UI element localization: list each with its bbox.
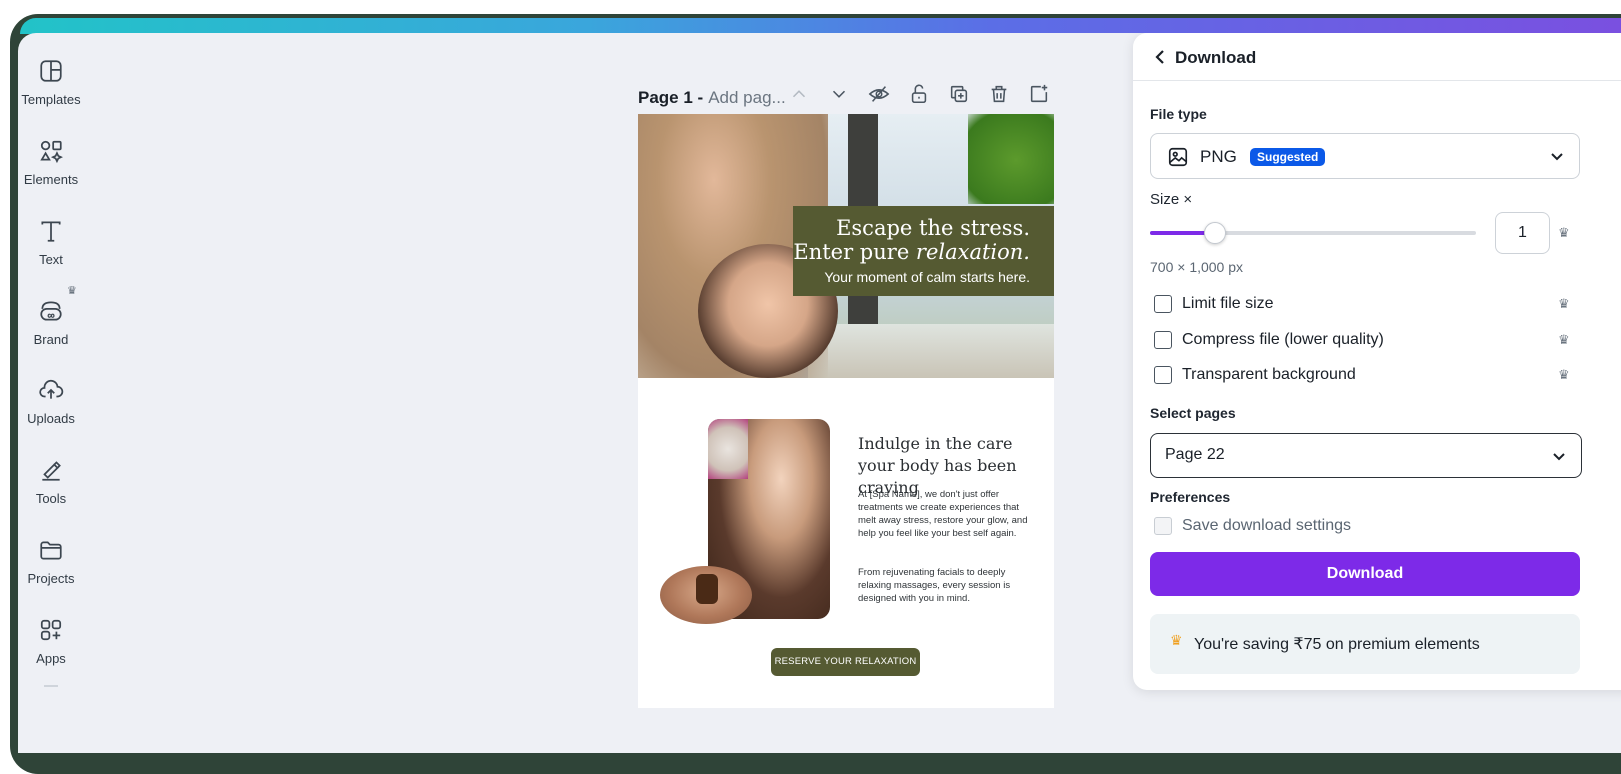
banner-headline-2-plain: Enter pure (793, 240, 916, 264)
download-button[interactable]: Download (1150, 552, 1580, 596)
limit-file-size-label: Limit file size (1182, 295, 1274, 312)
sidebar-item-brand[interactable]: co Brand (18, 298, 84, 347)
sidebar-item-templates[interactable]: Templates (18, 58, 84, 107)
sidebar-item-uploads[interactable]: Uploads (18, 377, 84, 426)
select-pages-label: Select pages (1150, 405, 1236, 421)
intro-paragraph-2[interactable]: From rejuvenating facials to deeply rela… (858, 566, 1038, 605)
back-chevron-icon[interactable] (1153, 49, 1167, 65)
page-header[interactable]: Page 1 - Add pag... (638, 85, 786, 111)
templates-icon (38, 58, 64, 84)
sidebar-divider (44, 685, 58, 687)
page-title-input[interactable]: Add pag... (708, 88, 786, 108)
output-dimensions: 700 × 1,000 px (1150, 259, 1244, 275)
size-label: Size × (1150, 191, 1193, 208)
intro-paragraph-1[interactable]: At [Spa Name], we don't just offer treat… (858, 488, 1038, 540)
sidebar-item-label: Tools (35, 491, 67, 506)
apps-icon (38, 617, 64, 643)
premium-crown-icon: ♛ (1558, 296, 1570, 311)
banner-headline-1: Escape the stress. (836, 216, 1030, 240)
brand-icon: co (38, 298, 64, 324)
compress-file-label: Compress file (lower quality) (1182, 331, 1384, 348)
chevron-up-icon[interactable] (788, 83, 812, 107)
premium-crown-icon: ♛ (67, 285, 77, 297)
trash-icon[interactable] (988, 83, 1012, 107)
sidebar-item-label: Text (39, 252, 63, 267)
text-icon (38, 218, 64, 244)
hide-page-icon[interactable] (868, 83, 892, 107)
suggested-badge: Suggested (1250, 148, 1326, 166)
size-slider-handle[interactable] (1204, 222, 1227, 244)
sidebar-item-label: Projects (27, 571, 75, 586)
unlock-icon[interactable] (908, 83, 932, 107)
download-panel: Download File type PNG Suggested Size × … (1133, 33, 1621, 690)
save-download-settings-label: Save download settings (1182, 517, 1351, 534)
banner-tagline: Your moment of calm starts here. (824, 269, 1030, 285)
banner-headline-2-italic: relaxation. (915, 240, 1030, 264)
sidebar-item-apps[interactable]: Apps (18, 617, 84, 666)
sidebar-item-label: Apps (36, 651, 66, 666)
save-download-settings-checkbox[interactable] (1154, 517, 1172, 535)
hero-banner[interactable]: Escape the stress. Enter pure relaxation… (793, 206, 1054, 296)
chevron-down-icon (1551, 448, 1567, 464)
elements-icon (38, 138, 64, 164)
sidebar-item-elements[interactable]: Elements (18, 138, 84, 187)
save-download-settings-option[interactable]: Save download settings (1154, 515, 1351, 537)
transparent-background-checkbox[interactable] (1154, 366, 1172, 384)
size-slider-track[interactable] (1150, 231, 1476, 235)
sidebar-item-label: Elements (23, 172, 79, 187)
sidebar-item-projects[interactable]: Projects (18, 537, 84, 586)
banner-headline-2: Enter pure relaxation. (793, 240, 1030, 264)
file-type-label: File type (1150, 106, 1207, 122)
limit-file-size-checkbox[interactable] (1154, 295, 1172, 313)
chevron-down-icon[interactable] (828, 83, 852, 107)
premium-crown-icon: ♛ (1558, 367, 1570, 382)
sidebar-item-label: Uploads (27, 411, 75, 426)
premium-crown-icon: ♛ (1558, 332, 1570, 347)
sidebar-item-tools[interactable]: Tools (18, 457, 84, 506)
duplicate-page-icon[interactable] (948, 83, 972, 107)
premium-savings-notice: ♛ You're saving ₹75 on premium elements (1150, 614, 1580, 674)
crown-icon: ♛ (1170, 632, 1183, 648)
design-canvas-page[interactable]: Escape the stress. Enter pure relaxation… (638, 114, 1054, 708)
folder-icon (38, 537, 64, 563)
add-page-icon[interactable] (1028, 83, 1052, 107)
reserve-button[interactable]: RESERVE YOUR RELAXATION (771, 648, 920, 676)
download-panel-header: Download (1133, 33, 1621, 81)
hero-bench (808, 324, 1054, 378)
chevron-down-icon (1549, 148, 1565, 164)
limit-file-size-option[interactable]: Limit file size (1154, 293, 1274, 315)
spa-towel-flowers (708, 419, 748, 479)
select-pages-dropdown[interactable]: Page 22 (1150, 433, 1582, 478)
compress-file-checkbox[interactable] (1154, 331, 1172, 349)
transparent-background-option[interactable]: Transparent background (1154, 364, 1356, 386)
sidebar-item-label: Templates (21, 92, 81, 107)
page-title: Page 1 - (638, 88, 704, 107)
size-multiplier-input[interactable]: 1 (1495, 212, 1550, 254)
premium-crown-icon: ♛ (1558, 225, 1570, 240)
download-panel-title: Download (1175, 48, 1257, 67)
premium-savings-text: You're saving ₹75 on premium elements (1194, 636, 1480, 653)
editor-app: Templates Elements Text ♛ co Brand Uploa… (18, 33, 1621, 753)
svg-text:co: co (48, 313, 55, 320)
top-gradient-bar (20, 18, 1621, 34)
file-type-value: PNG (1200, 147, 1237, 166)
sidebar-item-text[interactable]: Text (18, 218, 84, 267)
sidebar: Templates Elements Text ♛ co Brand Uploa… (18, 33, 84, 753)
image-icon (1167, 146, 1189, 168)
select-pages-value: Page 22 (1165, 446, 1225, 463)
compress-file-option[interactable]: Compress file (lower quality) (1154, 329, 1384, 351)
hero-plant-leaf (968, 114, 1054, 204)
cloud-upload-icon (38, 377, 64, 403)
transparent-background-label: Transparent background (1182, 366, 1356, 383)
preferences-label: Preferences (1150, 489, 1231, 505)
file-type-select[interactable]: PNG Suggested (1150, 133, 1580, 179)
sidebar-item-label: Brand (33, 332, 69, 347)
oil-bottle (696, 574, 718, 604)
essential-oil-bowl-photo[interactable] (660, 566, 752, 624)
tools-icon (38, 457, 64, 483)
